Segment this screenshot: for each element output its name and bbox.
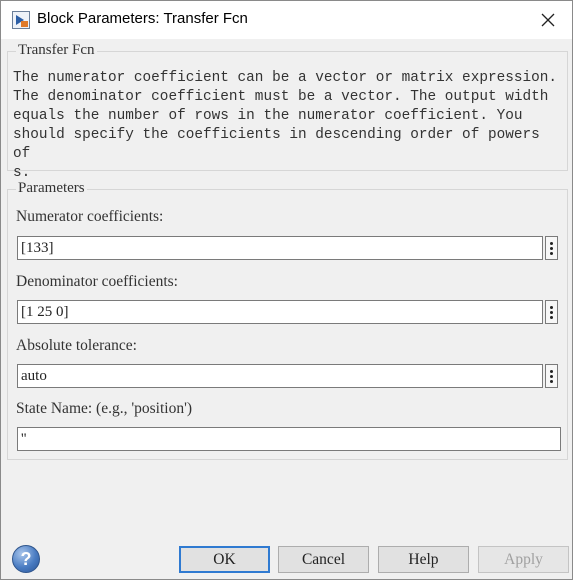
cancel-button[interactable]: Cancel [278,546,369,573]
numerator-label: Numerator coefficients: [16,208,164,225]
parameters-group: Parameters [7,180,568,460]
numerator-input[interactable] [17,236,543,260]
block-description: The numerator coefficient can be a vecto… [13,70,558,181]
group-title-parameters: Parameters [16,180,87,197]
group-title-transfer-fcn: Transfer Fcn [16,42,97,59]
title-bar: Block Parameters: Transfer Fcn [1,1,572,39]
absolute-tolerance-more-button[interactable] [545,364,558,388]
numerator-more-button[interactable] [545,236,558,260]
close-icon [541,13,555,27]
absolute-tolerance-label: Absolute tolerance: [16,337,137,354]
help-button[interactable]: Help [378,546,469,573]
denominator-input[interactable] [17,300,543,324]
close-button[interactable] [534,7,562,33]
simulink-block-icon [12,11,30,29]
absolute-tolerance-input[interactable] [17,364,543,388]
denominator-label: Denominator coefficients: [16,273,178,290]
state-name-label: State Name: (e.g., 'position') [16,400,193,417]
apply-button[interactable]: Apply [478,546,569,573]
ok-button[interactable]: OK [179,546,270,573]
block-parameters-dialog: Block Parameters: Transfer Fcn Transfer … [0,0,573,580]
denominator-more-button[interactable] [545,300,558,324]
help-icon[interactable]: ? [12,545,40,573]
state-name-input[interactable] [17,427,561,451]
window-title: Block Parameters: Transfer Fcn [37,10,248,27]
